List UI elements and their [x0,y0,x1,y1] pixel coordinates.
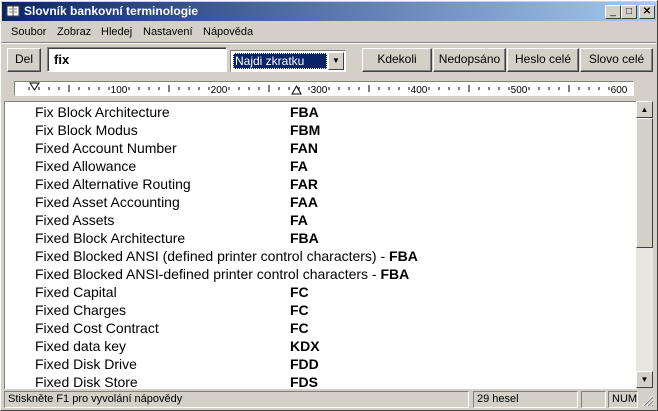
ruler-scale: 100 200 300 400 500 600 [14,81,634,96]
menu-bar: Soubor Zobraz Hledej Nastavení Nápověda [2,22,656,42]
term-text: Fix Block Architecture [35,104,170,120]
term-text: Fixed Capital [35,284,117,300]
term-label: Fix Block Architecture [35,103,170,121]
delete-button[interactable]: Del [7,48,41,72]
kdekoli-button[interactable]: Kdekoli [362,48,432,72]
term-label: Fixed Block Architecture [35,229,185,247]
ruler-label: 500 [511,85,528,95]
abbreviation: FBA [290,230,319,246]
status-help: Stiskněte F1 pro vyvolání nápovědy [4,391,469,408]
abbreviation: FAR [290,176,318,192]
resize-grip-icon[interactable] [642,395,654,407]
ruler-label: 400 [411,85,428,95]
term-text: Fixed Disk Drive [35,356,137,372]
status-empty-pane [581,391,606,408]
term-text: Fixed Account Number [35,140,177,156]
term-text: Fixed Block Architecture [35,230,186,246]
term-text: Fixed Allowance [35,158,137,174]
term-label: Fixed Assets [35,211,114,229]
term-text: Fixed Assets [35,212,115,228]
vertical-scrollbar[interactable]: ▲ ▼ [636,101,653,388]
menu-nastaveni[interactable]: Nastavení [138,25,198,39]
abbreviation: FDS [290,374,318,389]
close-button[interactable]: ✕ [639,5,655,19]
abbreviation: FC [290,320,309,336]
term-label: Fix Block Modus [35,121,138,139]
term-text: Fixed Blocked ANSI (defined printer cont… [35,248,390,264]
scroll-up-icon[interactable]: ▲ [636,101,653,118]
term-text: Fixed Asset Accounting [35,194,180,210]
ruler-label: 200 [211,85,228,95]
title-bar: Slovník bankovní terminologie _ □ ✕ [2,2,656,21]
abbreviation: FBA [389,248,418,264]
menu-napoveda[interactable]: Nápověda [198,25,258,39]
term-label: Fixed Asset Accounting [35,193,180,211]
term-text: Fixed Disk Store [35,374,138,389]
main-window: Slovník bankovní terminologie _ □ ✕ Soub… [0,0,658,411]
heslo-cele-button[interactable]: Heslo celé [507,48,579,72]
toolbar-separator [2,42,656,44]
scroll-down-icon[interactable]: ▼ [636,371,653,388]
term-label: Fixed Blocked ANSI (defined printer cont… [35,247,418,265]
term-label: Fixed Capital [35,283,117,301]
chevron-down-icon[interactable]: ▼ [328,52,344,70]
abbreviation: FA [290,212,308,228]
left-margin-marker-icon[interactable] [29,82,40,91]
minimize-button[interactable]: _ [605,5,621,19]
term-label: Fixed Blocked ANSI-defined printer contr… [35,265,409,283]
abbreviation: KDX [290,338,320,354]
abbreviation: FC [290,284,309,300]
ruler: 100 200 300 400 500 600 [4,77,655,101]
term-label: Fixed data key [35,337,126,355]
menu-soubor[interactable]: Soubor [6,25,51,39]
abbreviation: FC [290,302,309,318]
menu-zobraz[interactable]: Zobraz [52,25,96,39]
term-label: Fixed Account Number [35,139,177,157]
term-label: Fixed Allowance [35,157,136,175]
term-text: Fixed data key [35,338,127,354]
search-mode-select[interactable]: Najdi zkratku ▼ [230,50,346,72]
window-title: Slovník bankovní terminologie [24,4,199,18]
term-label: Fixed Charges [35,301,126,319]
abbreviation: FAA [290,194,318,210]
status-bar: Stiskněte F1 pro vyvolání nápovědy 29 he… [2,390,656,409]
term-text: Fixed Cost Contract [35,320,159,336]
ruler-label: 100 [111,85,128,95]
abbreviation: FBM [290,122,321,138]
status-num: NUM [608,391,638,408]
maximize-button[interactable]: □ [621,5,637,19]
ruler-label: 600 [611,85,628,95]
terms-list[interactable]: Fix Block Architecture FBA Fix Block Modus… [4,101,637,389]
abbreviation: FBA [380,266,410,282]
search-mode-value: Najdi zkratku [233,53,327,69]
term-text: Fixed Blocked ANSI-defined printer contr… [35,266,381,282]
term-label: Fixed Alternative Routing [35,175,191,193]
abbreviation: FA [290,158,308,174]
search-input[interactable] [48,49,224,70]
status-count: 29 hesel [473,391,578,408]
term-text: Fixed Charges [35,302,127,318]
abbreviation: FAN [290,140,318,156]
term-label: Fixed Disk Drive [35,355,137,373]
term-label: Fixed Disk Store [35,373,138,389]
slovo-cele-button[interactable]: Slovo celé [580,48,653,72]
abbreviation: FDD [290,356,319,372]
term-text: Fixed Alternative Routing [35,176,191,192]
menu-hledej[interactable]: Hledej [96,25,137,39]
ruler-label: 300 [311,85,328,95]
term-text: Fix Block Modus [35,122,138,138]
search-field[interactable] [47,47,227,72]
term-label: Fixed Cost Contract [35,319,159,337]
scroll-thumb[interactable] [636,118,653,248]
nedopsano-button[interactable]: Nedopsáno [433,48,506,72]
abbreviation: FBA [290,104,319,120]
book-icon [6,5,20,17]
column-marker-icon[interactable] [291,84,302,95]
